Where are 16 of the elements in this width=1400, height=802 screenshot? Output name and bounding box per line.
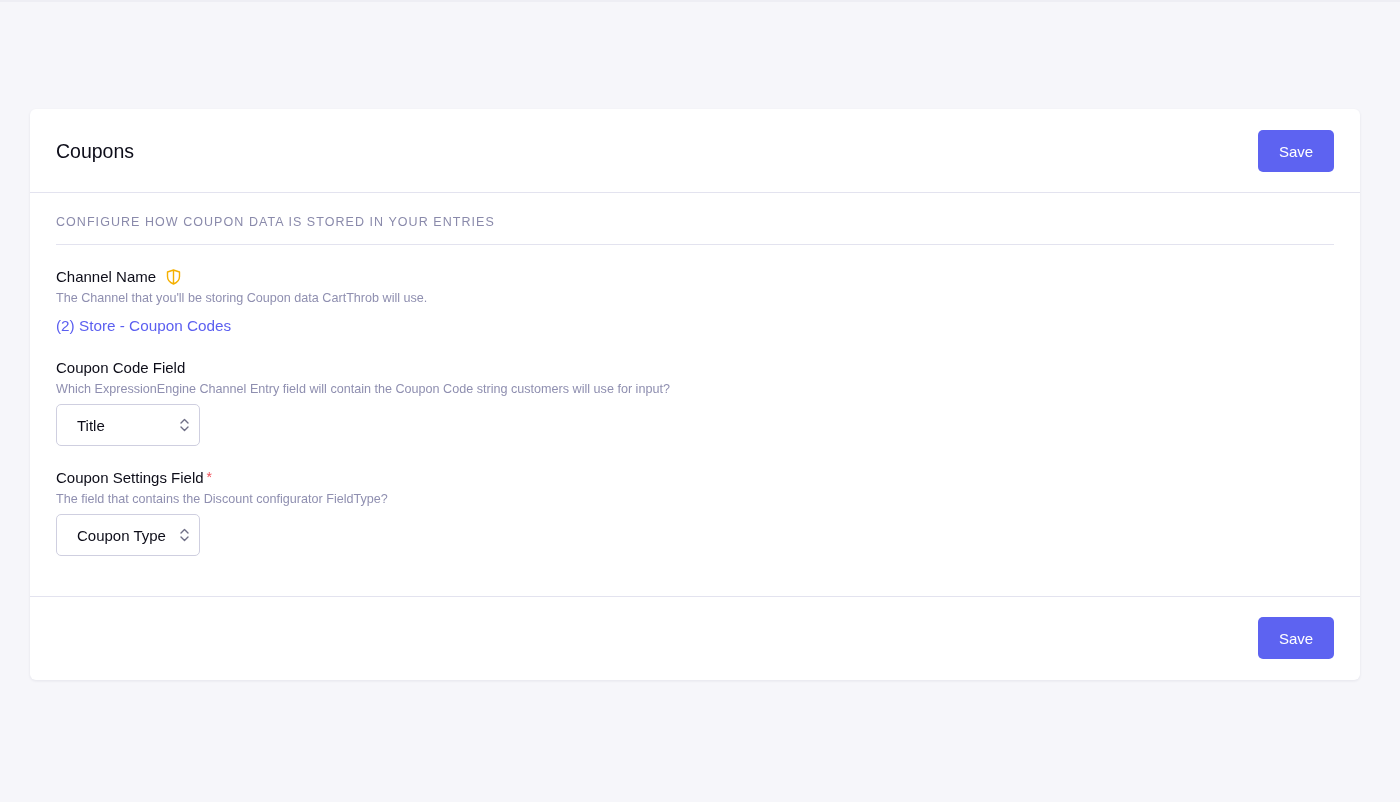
select-field[interactable]: Coupon Type [56,514,200,556]
field-description: Which ExpressionEngine Channel Entry field will contain the Coupon Code string customers will use for input? [56,381,671,397]
select-field[interactable]: Title [56,404,200,446]
required-mark: * [206,470,213,484]
page-title: Coupons [56,139,135,163]
field-description: The Channel that you'll be storing Coupon data CartThrob will use. [56,290,429,306]
field-label: Coupon Code Field [56,358,186,378]
save-button[interactable]: Save [1258,130,1334,172]
chevron-up-down-icon [180,528,189,542]
section-heading: CONFIGURE HOW COUPON DATA IS STORED IN YOUR ENTRIES [56,193,1334,245]
channel-link[interactable]: (2) Store - Coupon Codes [56,316,232,336]
field-label: Channel Name [56,267,157,287]
field-label: Coupon Settings Field [56,468,204,488]
field-description: The field that contains the Discount configurator FieldType? [56,491,389,507]
save-button[interactable]: Save [1258,617,1334,659]
chevron-up-down-icon [180,418,189,432]
